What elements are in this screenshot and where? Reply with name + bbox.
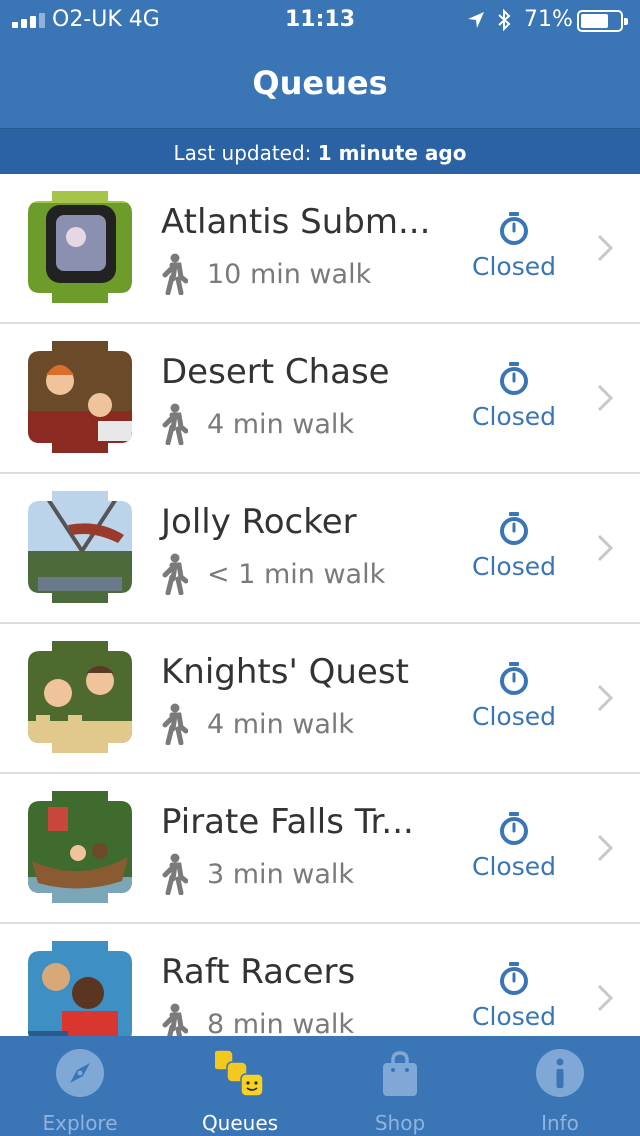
walking-person-icon [162,703,188,745]
chevron-right-icon [597,984,613,1012]
ride-name: Pirate Falls Tr... [161,802,414,842]
queue-status-text: Closed [472,702,556,731]
walk-time-text: 3 min walk [207,858,355,890]
walk-time: 4 min walk [160,702,354,746]
ride-thumbnail [28,341,132,453]
ride-name: Knights' Quest [161,652,409,692]
tab-shop[interactable]: Shop [320,1036,480,1136]
stopwatch-icon [500,962,528,995]
walking-person-icon [162,853,188,895]
stopwatch-icon [500,212,528,245]
tab-label: Explore [42,1111,118,1135]
walk-time-text: < 1 min walk [207,558,386,590]
queue-status-text: Closed [472,1002,556,1031]
walk-time: 8 min walk [160,1002,354,1036]
ride-row-raft-racers[interactable]: Raft Racers 8 min walk Closed [0,924,640,1036]
ride-thumbnail [28,641,132,753]
walking-person-icon [162,253,188,295]
queue-status: Closed [466,512,562,581]
tab-explore[interactable]: Explore [0,1036,160,1136]
location-arrow-icon [468,12,484,28]
queue-status: Closed [466,362,562,431]
queue-status-text: Closed [472,402,556,431]
status-bar: O2-UK 4G 11:13 71% [0,0,640,40]
ride-row-atlantis-submarine[interactable]: Atlantis Subm... 10 min walk Closed [0,174,640,324]
walking-person-icon [162,403,188,445]
walk-time: 4 min walk [160,402,354,446]
queue-status: Closed [466,812,562,881]
ride-name: Desert Chase [161,352,390,392]
stopwatch-icon [500,362,528,395]
battery-percentage: 71% [524,7,573,32]
queue-status: Closed [466,662,562,731]
ride-thumbnail [28,491,132,603]
info-icon [536,1049,584,1097]
tab-label: Queues [201,1111,279,1135]
ride-name: Atlantis Subm... [161,202,431,242]
walk-time: 3 min walk [160,852,354,896]
ride-row-pirate-falls[interactable]: Pirate Falls Tr... 3 min walk Closed [0,774,640,924]
queue-status-text: Closed [472,252,556,281]
queue-status-text: Closed [472,552,556,581]
chevron-right-icon [597,234,613,262]
walking-person-icon [162,553,188,595]
tab-label: Info [541,1111,579,1135]
stopwatch-icon [500,512,528,545]
ride-row-knights-quest[interactable]: Knights' Quest 4 min walk Closed [0,624,640,774]
battery-icon [577,10,628,32]
ride-row-desert-chase[interactable]: Desert Chase 4 min walk Closed [0,324,640,474]
ride-row-jolly-rocker[interactable]: Jolly Rocker < 1 min walk Closed [0,474,640,624]
queue-status: Closed [466,212,562,281]
ride-thumbnail [28,941,132,1036]
last-updated-label: Last updated: [173,141,312,165]
walk-time-text: 8 min walk [207,1008,355,1037]
last-updated-banner: Last updated: 1 minute ago [0,128,640,174]
last-updated-value: 1 minute ago [317,141,467,165]
chevron-right-icon [597,834,613,862]
shopping-bag-icon [383,1051,417,1096]
walk-time: < 1 min walk [160,552,385,596]
walk-time-text: 4 min walk [207,408,355,440]
walk-time: 10 min walk [160,252,371,296]
queue-status: Closed [466,962,562,1031]
chevron-right-icon [597,384,613,412]
ride-name: Jolly Rocker [161,502,357,542]
tab-queues[interactable]: Queues [160,1036,320,1136]
top-bar: O2-UK 4G 11:13 71% Queues [0,0,640,128]
walking-person-icon [162,1003,188,1036]
stopwatch-icon [500,812,528,845]
tab-label: Shop [374,1111,426,1135]
ride-thumbnail [28,191,132,303]
page-title: Queues [252,64,388,102]
ride-name: Raft Racers [161,952,356,992]
walk-time-text: 4 min walk [207,708,355,740]
walk-time-text: 10 min walk [207,258,372,290]
tab-bar: Explore Queues Shop Info [0,1036,640,1136]
stopwatch-icon [500,662,528,695]
chevron-right-icon [597,684,613,712]
chevron-right-icon [597,534,613,562]
compass-icon [56,1049,104,1097]
queue-status-text: Closed [472,852,556,881]
lego-heads-icon [215,1049,264,1097]
ride-thumbnail [28,791,132,903]
tab-info[interactable]: Info [480,1036,640,1136]
ride-list[interactable]: Atlantis Subm... 10 min walk Closed Dese… [0,174,640,1036]
bluetooth-icon [498,8,511,32]
